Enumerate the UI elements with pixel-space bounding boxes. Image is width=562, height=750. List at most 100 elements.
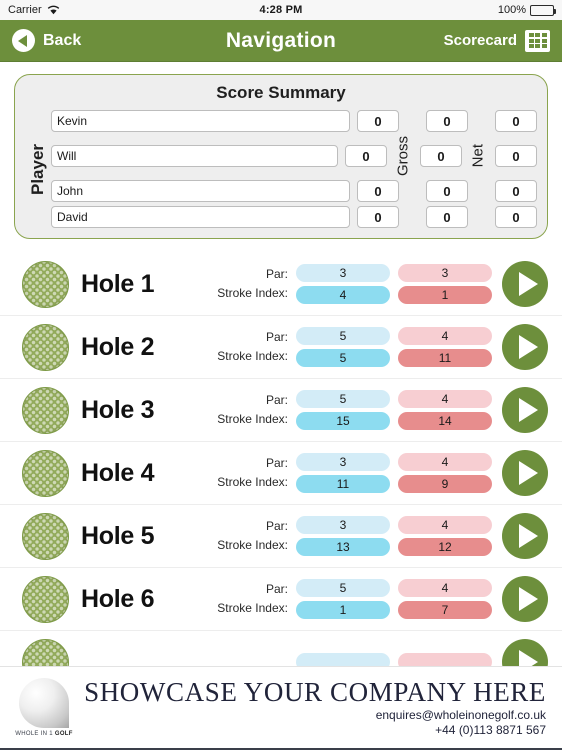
- banner-email[interactable]: enquires@wholeinonegolf.co.uk: [376, 708, 546, 723]
- par-label: Par:: [265, 582, 288, 597]
- scorecard-button-label: Scorecard: [443, 32, 517, 49]
- play-hole-button[interactable]: [502, 450, 548, 497]
- par-mens-value: 5: [296, 390, 390, 409]
- mens-tee-values: 3 13: [296, 516, 390, 557]
- play-hole-button[interactable]: [502, 513, 548, 560]
- banner-copy: SHOWCASE YOUR COMPANY HERE enquires@whol…: [80, 677, 550, 738]
- hole-stats: Par: Stroke Index: 5 15 4 14: [199, 390, 492, 431]
- player-row: Kevin 0 0 0: [51, 110, 537, 132]
- stroke-index-mens-value: 11: [296, 475, 390, 494]
- ladies-tee-values: 3 1: [398, 264, 492, 305]
- mens-tee-values: 3 11: [296, 453, 390, 494]
- stroke-index-ladies-value: 11: [398, 349, 492, 368]
- par-ladies-value: 4: [398, 327, 492, 346]
- gross-score-field[interactable]: 0: [357, 110, 399, 132]
- mens-tee-values: 5 15: [296, 390, 390, 431]
- net-score-field[interactable]: 0: [420, 145, 462, 167]
- mens-tee-values: 5 5: [296, 327, 390, 368]
- hole-stats: Par: Stroke Index: 3 4 3 1: [199, 264, 492, 305]
- status-right: 100%: [497, 4, 556, 16]
- grid-table-icon: [525, 29, 550, 52]
- par-ladies-value: 3: [398, 264, 492, 283]
- ladies-tee-values: 4 14: [398, 390, 492, 431]
- hole-stats: Par: Stroke Index: 5 5 4 11: [199, 327, 492, 368]
- play-arrow-icon: [518, 272, 538, 297]
- par-label: Par:: [265, 393, 288, 408]
- player-column-label: Player: [28, 143, 47, 195]
- back-button[interactable]: Back: [12, 29, 81, 52]
- hole-row[interactable]: Hole 4 Par: Stroke Index: 3 11 4 9: [0, 442, 562, 506]
- stableford-score-field[interactable]: 0: [495, 206, 537, 229]
- score-group: 0 Gross 0 Net 0: [338, 136, 537, 176]
- score-group: 0 0 0: [350, 180, 537, 203]
- golf-ball-icon: [22, 512, 69, 560]
- par-mens-value: 3: [296, 264, 390, 283]
- gross-score-field[interactable]: 0: [345, 145, 387, 167]
- net-score-field[interactable]: 0: [426, 180, 468, 203]
- score-summary-title: Score Summary: [216, 83, 346, 102]
- stat-labels: Par: Stroke Index:: [217, 267, 288, 301]
- hole-list: Hole 1 Par: Stroke Index: 3 4 3 1 Hole 2: [0, 253, 562, 695]
- hole-row[interactable]: Hole 1 Par: Stroke Index: 3 4 3 1: [0, 253, 562, 317]
- ladies-tee-values: 4 9: [398, 453, 492, 494]
- navigation-bar: Back Navigation Scorecard: [0, 20, 562, 62]
- logo-caption: WHOLE IN 1 GOLF: [15, 731, 73, 737]
- hole-stats: Par: Stroke Index: 5 1 4 7: [199, 579, 492, 620]
- gross-score-field[interactable]: 0: [357, 206, 399, 229]
- hole-row[interactable]: Hole 3 Par: Stroke Index: 5 15 4 14: [0, 379, 562, 443]
- play-arrow-icon: [518, 335, 538, 360]
- stroke-index-ladies-value: 14: [398, 412, 492, 431]
- golf-ball-icon: [22, 260, 69, 308]
- par-mens-value: 5: [296, 327, 390, 346]
- play-arrow-icon: [518, 461, 538, 486]
- gross-score-field[interactable]: 0: [357, 180, 399, 203]
- stroke-index-label: Stroke Index:: [217, 601, 288, 616]
- net-score-field[interactable]: 0: [426, 110, 468, 132]
- stroke-index-mens-value: 4: [296, 286, 390, 305]
- par-ladies-value: 4: [398, 579, 492, 598]
- player-name-input[interactable]: David: [51, 206, 350, 229]
- hole-stats: Par: Stroke Index: 3 13 4 12: [199, 516, 492, 557]
- play-hole-button[interactable]: [502, 387, 548, 434]
- hole-label: Hole 2: [81, 332, 155, 361]
- hole-label: Hole 1: [81, 269, 155, 298]
- battery-icon: [530, 4, 556, 16]
- net-column-label: Net: [469, 144, 487, 168]
- golf-ball-icon: [22, 386, 69, 434]
- golf-ball-icon: [22, 323, 69, 371]
- scorecard-button[interactable]: Scorecard: [443, 29, 550, 52]
- stroke-index-label: Stroke Index:: [217, 538, 288, 553]
- score-summary-section: Score Summary Player Kevin 0 0 0 Will 0 …: [0, 62, 562, 240]
- logo-ball-shape: [19, 678, 69, 728]
- gross-column-label: Gross: [394, 136, 412, 177]
- player-name-input[interactable]: John: [51, 180, 350, 203]
- ladies-tee-values: 4 7: [398, 579, 492, 620]
- par-label: Par:: [265, 330, 288, 345]
- play-hole-button[interactable]: [502, 261, 548, 308]
- banner-headline: SHOWCASE YOUR COMPANY HERE: [84, 677, 546, 707]
- hole-row[interactable]: Hole 2 Par: Stroke Index: 5 5 4 11: [0, 316, 562, 380]
- stableford-score-field[interactable]: 0: [495, 145, 537, 167]
- hole-row[interactable]: Hole 6 Par: Stroke Index: 5 1 4 7: [0, 568, 562, 632]
- play-arrow-icon: [518, 587, 538, 612]
- golf-ball-logo-icon: WHOLE IN 1 GOLF: [8, 678, 80, 737]
- par-mens-value: 3: [296, 453, 390, 472]
- play-hole-button[interactable]: [502, 576, 548, 623]
- stableford-score-field[interactable]: 0: [495, 110, 537, 132]
- player-rows: Kevin 0 0 0 Will 0 Gross 0 Net 0 John 0 …: [51, 110, 537, 229]
- player-row: John 0 0 0: [51, 180, 537, 203]
- player-name-input[interactable]: Kevin: [51, 110, 350, 132]
- battery-percent-label: 100%: [497, 4, 526, 16]
- play-hole-button[interactable]: [502, 324, 548, 371]
- player-name-input[interactable]: Will: [51, 145, 338, 167]
- hole-row[interactable]: Hole 5 Par: Stroke Index: 3 13 4 12: [0, 505, 562, 569]
- back-arrow-circle-icon: [12, 29, 35, 52]
- stroke-index-label: Stroke Index:: [217, 286, 288, 301]
- ladies-tee-values: 4 12: [398, 516, 492, 557]
- net-score-field[interactable]: 0: [426, 206, 468, 229]
- stableford-score-field[interactable]: 0: [495, 180, 537, 203]
- stroke-index-label: Stroke Index:: [217, 412, 288, 427]
- advertisement-banner[interactable]: WHOLE IN 1 GOLF SHOWCASE YOUR COMPANY HE…: [0, 666, 562, 750]
- par-ladies-value: 4: [398, 516, 492, 535]
- banner-phone[interactable]: +44 (0)113 8871 567: [435, 723, 546, 738]
